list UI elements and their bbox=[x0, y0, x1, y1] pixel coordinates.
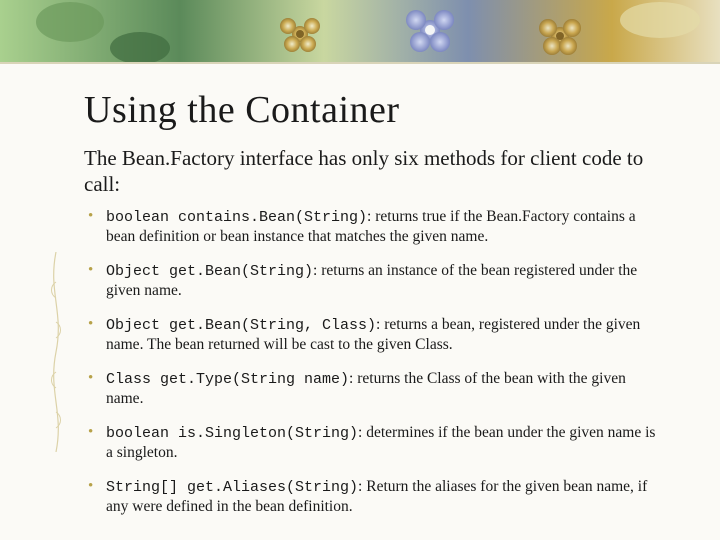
banner-svg bbox=[0, 0, 720, 64]
methods-list: boolean contains.Bean(String): returns t… bbox=[84, 207, 660, 517]
side-flourish bbox=[38, 252, 74, 452]
method-signature: String[] get.Aliases(String) bbox=[106, 479, 358, 496]
slide: Using the Container The Bean.Factory int… bbox=[0, 0, 720, 540]
method-signature: boolean is.Singleton(String) bbox=[106, 425, 358, 442]
method-signature: Class get.Type(String name) bbox=[106, 371, 349, 388]
list-item: String[] get.Aliases(String): Return the… bbox=[84, 477, 660, 517]
method-signature: Object get.Bean(String, Class) bbox=[106, 317, 376, 334]
list-item: boolean is.Singleton(String): determines… bbox=[84, 423, 660, 463]
method-signature: Object get.Bean(String) bbox=[106, 263, 313, 280]
list-item: Object get.Bean(String, Class): returns … bbox=[84, 315, 660, 355]
method-signature: boolean contains.Bean(String) bbox=[106, 209, 367, 226]
intro-text: The Bean.Factory interface has only six … bbox=[84, 146, 660, 197]
content-area: Using the Container The Bean.Factory int… bbox=[84, 88, 660, 531]
list-item: Class get.Type(String name): returns the… bbox=[84, 369, 660, 409]
list-item: boolean contains.Bean(String): returns t… bbox=[84, 207, 660, 247]
list-item: Object get.Bean(String): returns an inst… bbox=[84, 261, 660, 301]
slide-title: Using the Container bbox=[84, 88, 660, 132]
decorative-banner bbox=[0, 0, 720, 64]
